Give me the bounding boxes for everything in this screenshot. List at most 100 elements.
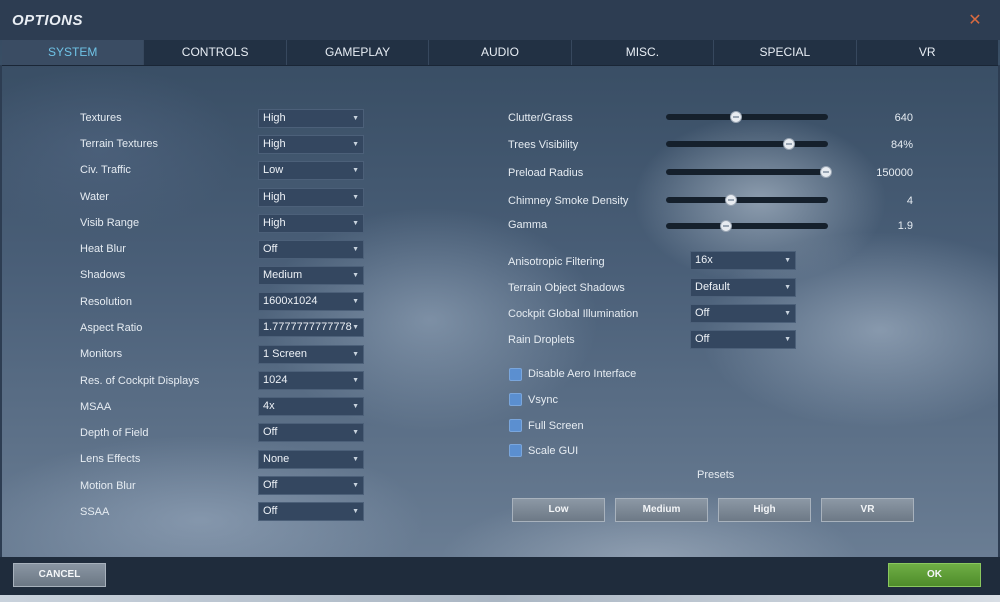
- setting-label: Terrain Object Shadows: [508, 282, 625, 294]
- msaa-dropdown[interactable]: 4x ▼: [258, 397, 364, 416]
- preset-vr-button[interactable]: VR: [821, 498, 914, 522]
- slider-knob[interactable]: [729, 111, 742, 123]
- slider-value: 84%: [890, 139, 913, 151]
- monitors-dropdown[interactable]: 1 Screen ▼: [258, 345, 364, 364]
- chevron-down-icon: ▼: [784, 284, 791, 291]
- tab-system[interactable]: SYSTEM: [2, 40, 145, 65]
- chevron-down-icon: ▼: [352, 456, 359, 463]
- preset-medium-button[interactable]: Medium: [615, 498, 708, 522]
- cockpit-displays-dropdown[interactable]: 1024 ▼: [258, 371, 364, 390]
- checkbox-label: Disable Aero Interface: [528, 368, 637, 380]
- background-strip: [0, 595, 1000, 602]
- trees-visibility-slider[interactable]: [666, 136, 828, 152]
- dropdown-value: Off: [263, 505, 278, 517]
- chevron-down-icon: ▼: [352, 272, 359, 279]
- slider-track: [666, 169, 828, 175]
- cockpit-illumination-dropdown[interactable]: Off ▼: [690, 304, 796, 323]
- preset-low-button[interactable]: Low: [512, 498, 605, 522]
- heat-blur-dropdown[interactable]: Off ▼: [258, 240, 364, 259]
- setting-label: MSAA: [80, 401, 112, 413]
- setting-label: SSAA: [80, 506, 110, 518]
- civ-traffic-dropdown[interactable]: Low ▼: [258, 161, 364, 180]
- chevron-down-icon: ▼: [352, 377, 359, 384]
- anisotropic-filtering-dropdown[interactable]: 16x ▼: [690, 251, 796, 270]
- preload-radius-slider[interactable]: [666, 164, 832, 180]
- slider-value: 150000: [876, 167, 913, 179]
- tab-audio[interactable]: AUDIO: [429, 40, 572, 65]
- slider-label: Clutter/Grass: [508, 112, 573, 124]
- presets-title: Presets: [697, 469, 735, 481]
- chevron-down-icon: ▼: [352, 246, 359, 253]
- dropdown-value: High: [263, 217, 286, 229]
- tab-gameplay[interactable]: GAMEPLAY: [287, 40, 430, 65]
- setting-label: Shadows: [80, 269, 126, 281]
- cancel-button[interactable]: CANCEL: [13, 563, 106, 587]
- dropdown-value: Medium: [263, 269, 303, 281]
- clutter-grass-slider[interactable]: [666, 109, 828, 125]
- setting-label: Terrain Textures: [80, 138, 159, 150]
- setting-label: Lens Effects: [80, 453, 141, 465]
- terrain-object-shadows-dropdown[interactable]: Default ▼: [690, 278, 796, 297]
- slider-knob[interactable]: [783, 138, 796, 150]
- dropdown-value: 1024: [263, 374, 288, 386]
- scale-gui-checkbox[interactable]: [509, 444, 522, 457]
- slider-label: Chimney Smoke Density: [508, 195, 629, 207]
- depth-of-field-dropdown[interactable]: Off ▼: [258, 423, 364, 442]
- slider-knob[interactable]: [820, 166, 832, 178]
- slider-track: [666, 223, 828, 229]
- title-bar: OPTIONS ✕: [0, 0, 1000, 40]
- setting-label: Textures: [80, 112, 122, 124]
- tab-bar: SYSTEM CONTROLS GAMEPLAY AUDIO MISC. SPE…: [2, 40, 998, 66]
- motion-blur-dropdown[interactable]: Off ▼: [258, 476, 364, 495]
- setting-label: Rain Droplets: [508, 334, 575, 346]
- textures-dropdown[interactable]: High ▼: [258, 109, 364, 128]
- setting-label: Depth of Field: [80, 427, 149, 439]
- slider-knob[interactable]: [719, 220, 732, 232]
- aspect-ratio-dropdown[interactable]: 1.7777777777778 ▼: [258, 318, 364, 337]
- ok-button[interactable]: OK: [888, 563, 981, 587]
- visib-range-dropdown[interactable]: High ▼: [258, 214, 364, 233]
- setting-label: Heat Blur: [80, 243, 126, 255]
- dropdown-value: High: [263, 112, 286, 124]
- shadows-dropdown[interactable]: Medium ▼: [258, 266, 364, 285]
- slider-knob[interactable]: [724, 194, 737, 206]
- resolution-dropdown[interactable]: 1600x1024 ▼: [258, 292, 364, 311]
- dropdown-value: None: [263, 453, 290, 465]
- close-icon[interactable]: ✕: [965, 11, 985, 31]
- gamma-slider[interactable]: [666, 218, 828, 234]
- chevron-down-icon: ▼: [352, 508, 359, 515]
- slider-value: 1.9: [897, 220, 913, 232]
- ssaa-dropdown[interactable]: Off ▼: [258, 502, 364, 521]
- chevron-down-icon: ▼: [784, 257, 791, 264]
- dropdown-value: High: [263, 138, 286, 150]
- full-screen-checkbox[interactable]: [509, 419, 522, 432]
- vsync-checkbox[interactable]: [509, 393, 522, 406]
- tab-special[interactable]: SPECIAL: [714, 40, 857, 65]
- tab-vr[interactable]: VR: [857, 40, 998, 65]
- footer-bar: [0, 557, 1000, 595]
- slider-label: Trees Visibility: [508, 139, 579, 151]
- checkbox-label: Vsync: [528, 394, 558, 406]
- setting-label: Monitors: [80, 348, 123, 360]
- tab-controls[interactable]: CONTROLS: [144, 40, 287, 65]
- dropdown-value: 1 Screen: [263, 348, 308, 360]
- chevron-down-icon: ▼: [352, 351, 359, 358]
- preset-high-button[interactable]: High: [718, 498, 811, 522]
- slider-track: [666, 141, 828, 147]
- chevron-down-icon: ▼: [352, 298, 359, 305]
- setting-label: Resolution: [80, 296, 132, 308]
- slider-track: [666, 114, 828, 120]
- disable-aero-checkbox[interactable]: [509, 368, 522, 381]
- dropdown-value: Off: [263, 479, 278, 491]
- dropdown-value: Off: [695, 307, 710, 319]
- chimney-smoke-slider[interactable]: [666, 192, 828, 208]
- lens-effects-dropdown[interactable]: None ▼: [258, 450, 364, 469]
- rain-droplets-dropdown[interactable]: Off ▼: [690, 330, 796, 349]
- water-dropdown[interactable]: High ▼: [258, 188, 364, 207]
- chevron-down-icon: ▼: [352, 167, 359, 174]
- dropdown-value: Off: [695, 333, 710, 345]
- terrain-textures-dropdown[interactable]: High ▼: [258, 135, 364, 154]
- dropdown-value: Low: [263, 164, 284, 176]
- slider-label: Preload Radius: [508, 167, 584, 179]
- tab-misc[interactable]: MISC.: [572, 40, 715, 65]
